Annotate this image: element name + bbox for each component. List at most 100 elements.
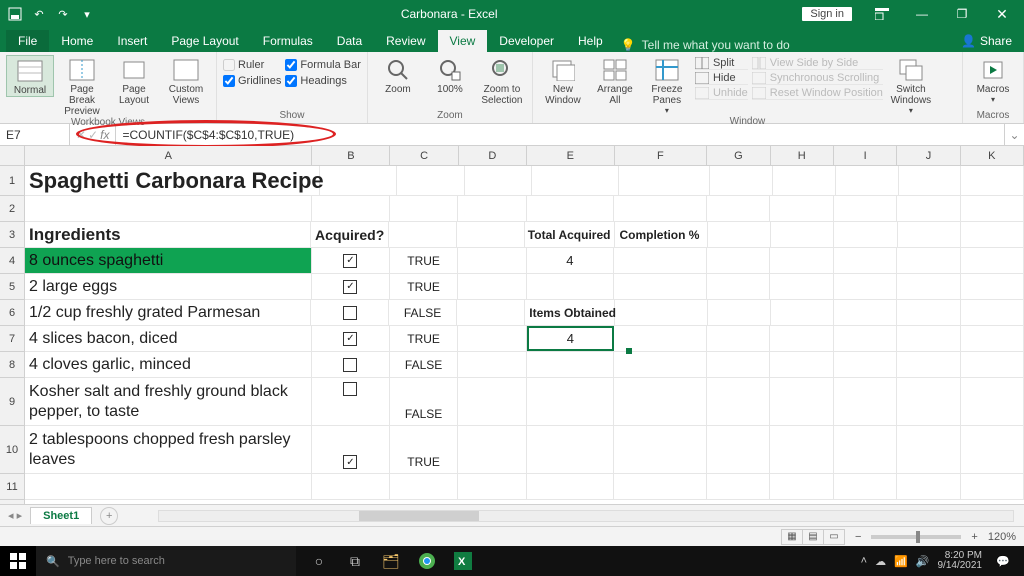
zoom-button[interactable]: Zoom xyxy=(374,55,422,95)
cell-J4[interactable] xyxy=(897,248,960,273)
taskbar-search[interactable]: 🔍Type here to search xyxy=(36,546,296,576)
ribbon-options-icon[interactable] xyxy=(864,0,900,28)
cell-I2[interactable] xyxy=(834,196,897,221)
col-header-K[interactable]: K xyxy=(961,146,1024,165)
page-break-preview-button[interactable]: Page Break Preview xyxy=(58,55,106,117)
zoom-out-button[interactable]: − xyxy=(855,531,861,543)
add-sheet-button[interactable]: + xyxy=(100,507,118,525)
cell-E11[interactable] xyxy=(527,474,615,499)
cell-H9[interactable] xyxy=(770,378,833,425)
save-icon[interactable] xyxy=(6,5,24,23)
cell-K2[interactable] xyxy=(961,196,1024,221)
tab-review[interactable]: Review xyxy=(374,30,437,52)
cell-H4[interactable] xyxy=(770,248,833,273)
cell-C10[interactable]: TRUE xyxy=(390,426,458,473)
cell-A6[interactable]: 1/2 cup freshly grated Parmesan xyxy=(25,300,311,325)
cell-I1[interactable] xyxy=(836,166,899,195)
cell-C2[interactable] xyxy=(390,196,458,221)
cell-C9[interactable]: FALSE xyxy=(390,378,458,425)
page-break-view-icon[interactable]: ▭ xyxy=(823,529,845,545)
cell-B7[interactable]: ✓ xyxy=(312,326,390,351)
cell-C11[interactable] xyxy=(390,474,458,499)
cell-J9[interactable] xyxy=(897,378,960,425)
qat-dropdown-icon[interactable]: ▾ xyxy=(78,5,96,23)
row-header-6[interactable]: 6 xyxy=(0,300,24,326)
cell-E10[interactable] xyxy=(527,426,615,473)
cell-K7[interactable] xyxy=(961,326,1024,351)
checkbox-B8[interactable] xyxy=(343,358,357,372)
formula-input[interactable]: =COUNTIF($C$4:$C$10,TRUE) xyxy=(116,124,1004,145)
cell-C6[interactable]: FALSE xyxy=(389,300,457,325)
notifications-icon[interactable]: 💬 xyxy=(990,546,1016,576)
cell-E1[interactable] xyxy=(532,166,619,195)
cell-F11[interactable] xyxy=(614,474,707,499)
cell-D9[interactable] xyxy=(458,378,526,425)
cell-I7[interactable] xyxy=(834,326,897,351)
cell-G3[interactable] xyxy=(708,222,771,247)
cell-D8[interactable] xyxy=(458,352,526,377)
cell-I11[interactable] xyxy=(834,474,897,499)
row-header-10[interactable]: 10 xyxy=(0,426,24,474)
cell-H11[interactable] xyxy=(770,474,833,499)
tell-me-search[interactable]: 💡 Tell me what you want to do xyxy=(621,38,790,52)
cell-A4[interactable]: 8 ounces spaghetti xyxy=(25,248,312,273)
checkbox-B10[interactable]: ✓ xyxy=(343,455,357,469)
cell-G1[interactable] xyxy=(710,166,773,195)
cell-B6[interactable] xyxy=(311,300,389,325)
arrange-all-button[interactable]: Arrange All xyxy=(591,55,639,106)
cell-K8[interactable] xyxy=(961,352,1024,377)
enter-formula-icon[interactable]: ✓ xyxy=(88,128,98,142)
cell-F2[interactable] xyxy=(614,196,707,221)
cell-D5[interactable] xyxy=(458,274,526,299)
cell-J6[interactable] xyxy=(897,300,960,325)
cell-C8[interactable]: FALSE xyxy=(390,352,458,377)
checkbox-B6[interactable] xyxy=(343,306,357,320)
cell-B5[interactable]: ✓ xyxy=(312,274,390,299)
chrome-icon[interactable] xyxy=(410,546,444,576)
cell-E2[interactable] xyxy=(527,196,615,221)
cell-B2[interactable] xyxy=(312,196,390,221)
hscroll-thumb[interactable] xyxy=(359,511,479,521)
tab-home[interactable]: Home xyxy=(49,30,105,52)
col-header-I[interactable]: I xyxy=(834,146,897,165)
cell-F1[interactable] xyxy=(619,166,711,195)
cell-F8[interactable] xyxy=(614,352,707,377)
cell-I9[interactable] xyxy=(834,378,897,425)
cell-K6[interactable] xyxy=(961,300,1024,325)
hide-button[interactable]: Hide xyxy=(695,72,748,85)
tab-page-layout[interactable]: Page Layout xyxy=(159,30,250,52)
cell-D3[interactable] xyxy=(457,222,525,247)
close-button[interactable]: ✕ xyxy=(984,0,1020,28)
sheet-nav[interactable]: ◂ ▸ xyxy=(0,509,30,522)
excel-taskbar-icon[interactable]: X xyxy=(446,546,480,576)
cell-F3[interactable]: Completion % xyxy=(615,222,707,247)
tab-file[interactable]: File xyxy=(6,30,49,52)
start-button[interactable] xyxy=(0,546,36,576)
cell-B9[interactable] xyxy=(312,378,390,425)
cell-C1[interactable] xyxy=(397,166,465,195)
row-header-7[interactable]: 7 xyxy=(0,326,24,352)
cell-J10[interactable] xyxy=(897,426,960,473)
checkbox-B7[interactable]: ✓ xyxy=(343,332,357,346)
cell-G4[interactable] xyxy=(707,248,770,273)
tab-data[interactable]: Data xyxy=(325,30,374,52)
cell-K5[interactable] xyxy=(961,274,1024,299)
cell-I3[interactable] xyxy=(834,222,897,247)
row-header-5[interactable]: 5 xyxy=(0,274,24,300)
col-header-A[interactable]: A xyxy=(25,146,312,165)
cell-C7[interactable]: TRUE xyxy=(390,326,458,351)
cell-I6[interactable] xyxy=(834,300,897,325)
cell-A8[interactable]: 4 cloves garlic, minced xyxy=(25,352,312,377)
col-header-F[interactable]: F xyxy=(615,146,708,165)
undo-icon[interactable]: ↶ xyxy=(30,5,48,23)
cell-G9[interactable] xyxy=(707,378,770,425)
row-header-2[interactable]: 2 xyxy=(0,196,24,222)
row-header-9[interactable]: 9 xyxy=(0,378,24,426)
cell-K10[interactable] xyxy=(961,426,1024,473)
volume-icon[interactable]: 🔊 xyxy=(916,555,930,568)
cell-D6[interactable] xyxy=(457,300,525,325)
freeze-panes-button[interactable]: Freeze Panes▾ xyxy=(643,55,691,116)
tab-help[interactable]: Help xyxy=(566,30,615,52)
share-button[interactable]: 👤 Share xyxy=(949,30,1024,52)
cell-E8[interactable] xyxy=(527,352,615,377)
